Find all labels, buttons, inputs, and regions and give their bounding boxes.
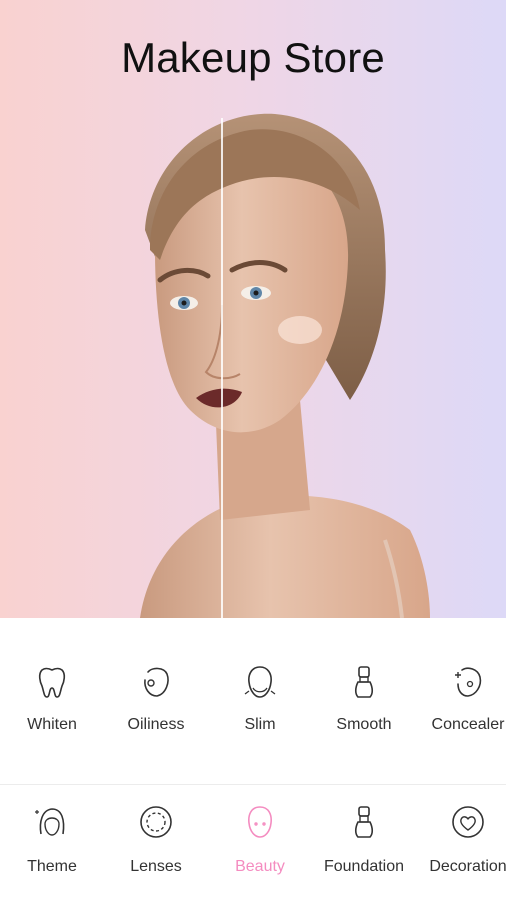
feature-label: Slim [244,716,276,733]
feature-concealer[interactable]: Concealer [416,650,506,750]
bottom-tab-bar: Theme Lenses Beauty Foundation Decoratio… [0,790,506,900]
woman-face-icon [35,808,65,836]
face-slim-icon [244,666,276,698]
face-icon [248,806,272,838]
tab-label: Decoration [429,858,506,875]
tab-label: Beauty [235,858,285,875]
feature-label: Concealer [431,716,505,733]
tab-foundation[interactable]: Foundation [312,790,416,890]
tab-label: Foundation [323,858,405,875]
tab-beauty[interactable]: Beauty [208,790,312,890]
feature-list: Whiten Oiliness Slim Smooth Concealer [0,650,506,760]
feature-label: Oiliness [127,716,185,733]
feature-label: Smooth [336,716,392,733]
heart-sticker-icon [452,806,484,838]
concealer-icon [455,667,482,697]
preview-area: Makeup Store [0,0,506,618]
tab-decoration[interactable]: Decoration [416,790,506,890]
brush-icon [354,666,374,698]
tab-lenses[interactable]: Lenses [104,790,208,890]
face-oil-icon [144,667,169,697]
section-divider [0,784,506,785]
tab-label: Theme [27,858,77,875]
feature-slim[interactable]: Slim [208,650,312,750]
tab-theme[interactable]: Theme [0,790,104,890]
feature-smooth[interactable]: Smooth [312,650,416,750]
tab-label: Lenses [130,858,182,875]
model-photo [140,113,430,618]
feature-oiliness[interactable]: Oiliness [104,650,208,750]
page-title: Makeup Store [121,34,385,81]
tooth-icon [38,667,66,698]
feature-whiten[interactable]: Whiten [0,650,104,750]
compare-divider[interactable] [221,118,223,618]
foundation-brush-icon [354,806,374,838]
lens-icon [140,806,172,838]
feature-label: Whiten [27,716,77,733]
